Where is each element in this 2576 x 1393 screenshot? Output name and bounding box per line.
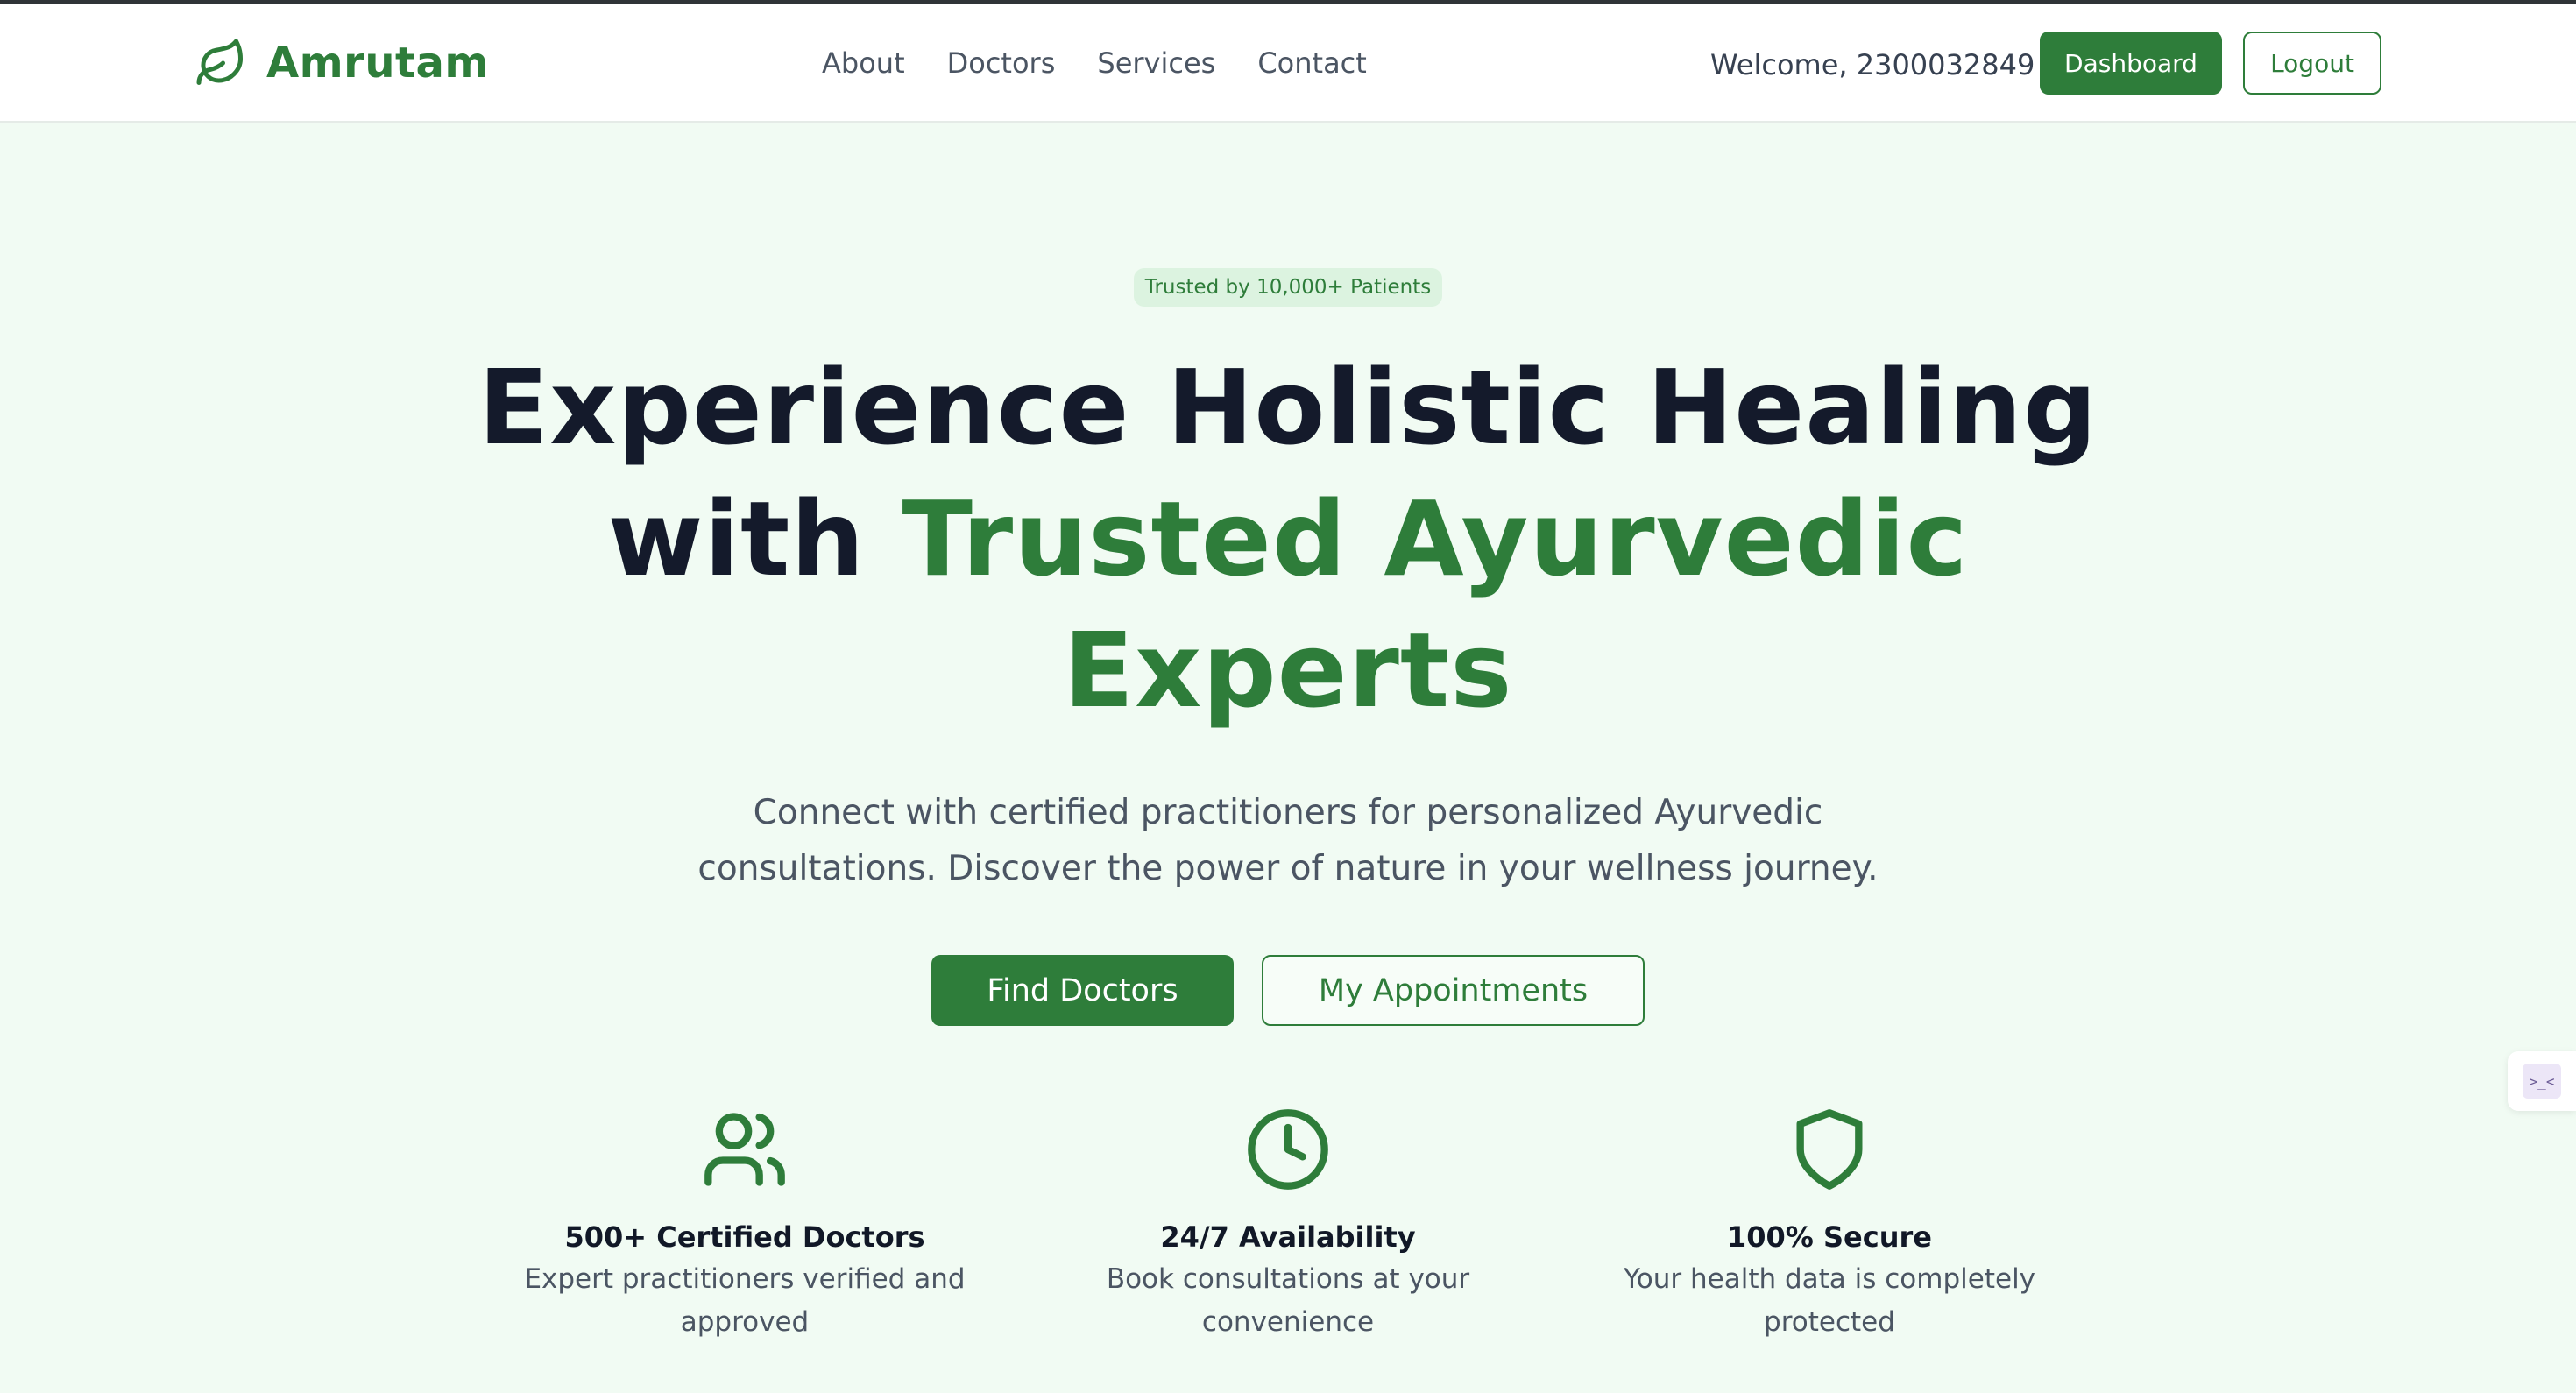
welcome-text: Welcome, 2300032849 bbox=[1710, 48, 2035, 81]
feature-title: 24/7 Availability bbox=[1160, 1220, 1416, 1254]
hero-title-line-1: Experience Holistic Healing bbox=[478, 347, 2098, 468]
feature-description: Your health data is completely protected bbox=[1623, 1263, 2036, 1338]
brand-logo[interactable]: Amrutam bbox=[195, 35, 489, 91]
feature-secure: 100% Secure Your health data is complete… bbox=[1584, 1106, 2075, 1344]
feature-certified-doctors: 500+ Certified Doctors Expert practition… bbox=[499, 1106, 990, 1344]
my-appointments-button[interactable]: My Appointments bbox=[1262, 955, 1645, 1026]
floating-widget[interactable]: >_< bbox=[2508, 1051, 2576, 1111]
clock-icon bbox=[1248, 1109, 1328, 1190]
trust-badge: Trusted by 10,000+ Patients bbox=[1134, 268, 1442, 307]
hero-title-highlight-2: Experts bbox=[1063, 610, 1513, 731]
nav-doctors[interactable]: Doctors bbox=[947, 44, 1056, 82]
feature-description: Expert practitioners verified and approv… bbox=[524, 1263, 966, 1338]
shield-icon bbox=[1796, 1109, 1863, 1190]
brand-name: Amrutam bbox=[266, 39, 489, 88]
hero-title-highlight-1: Trusted Ayurvedic bbox=[902, 478, 1969, 599]
feature-title: 500+ Certified Doctors bbox=[564, 1220, 925, 1254]
find-doctors-button[interactable]: Find Doctors bbox=[931, 955, 1234, 1026]
leaf-icon bbox=[196, 39, 243, 85]
feature-availability: 24/7 Availability Book consultations at … bbox=[1043, 1106, 1533, 1344]
hero-title-line-2: with Trusted Ayurvedic bbox=[412, 473, 2164, 605]
code-icon: >_< bbox=[2523, 1064, 2561, 1099]
main-nav: About Doctors Services Contact bbox=[822, 44, 1409, 82]
site-header: Amrutam About Doctors Services Contact W… bbox=[0, 4, 2576, 123]
feature-description: Book consultations at your convenience bbox=[1106, 1263, 1470, 1338]
feature-title: 100% Secure bbox=[1727, 1220, 1932, 1254]
hero-title-with: with bbox=[607, 478, 866, 599]
nav-contact[interactable]: Contact bbox=[1257, 44, 1367, 82]
nav-about[interactable]: About bbox=[822, 44, 905, 82]
hero-title: Experience Holistic Healing with Trusted… bbox=[412, 342, 2164, 736]
nav-services[interactable]: Services bbox=[1097, 44, 1215, 82]
dashboard-button[interactable]: Dashboard bbox=[2040, 32, 2222, 95]
logout-button[interactable]: Logout bbox=[2243, 32, 2381, 95]
hero-subtitle: Connect with certified practitioners for… bbox=[697, 793, 1879, 888]
users-icon bbox=[704, 1113, 785, 1186]
